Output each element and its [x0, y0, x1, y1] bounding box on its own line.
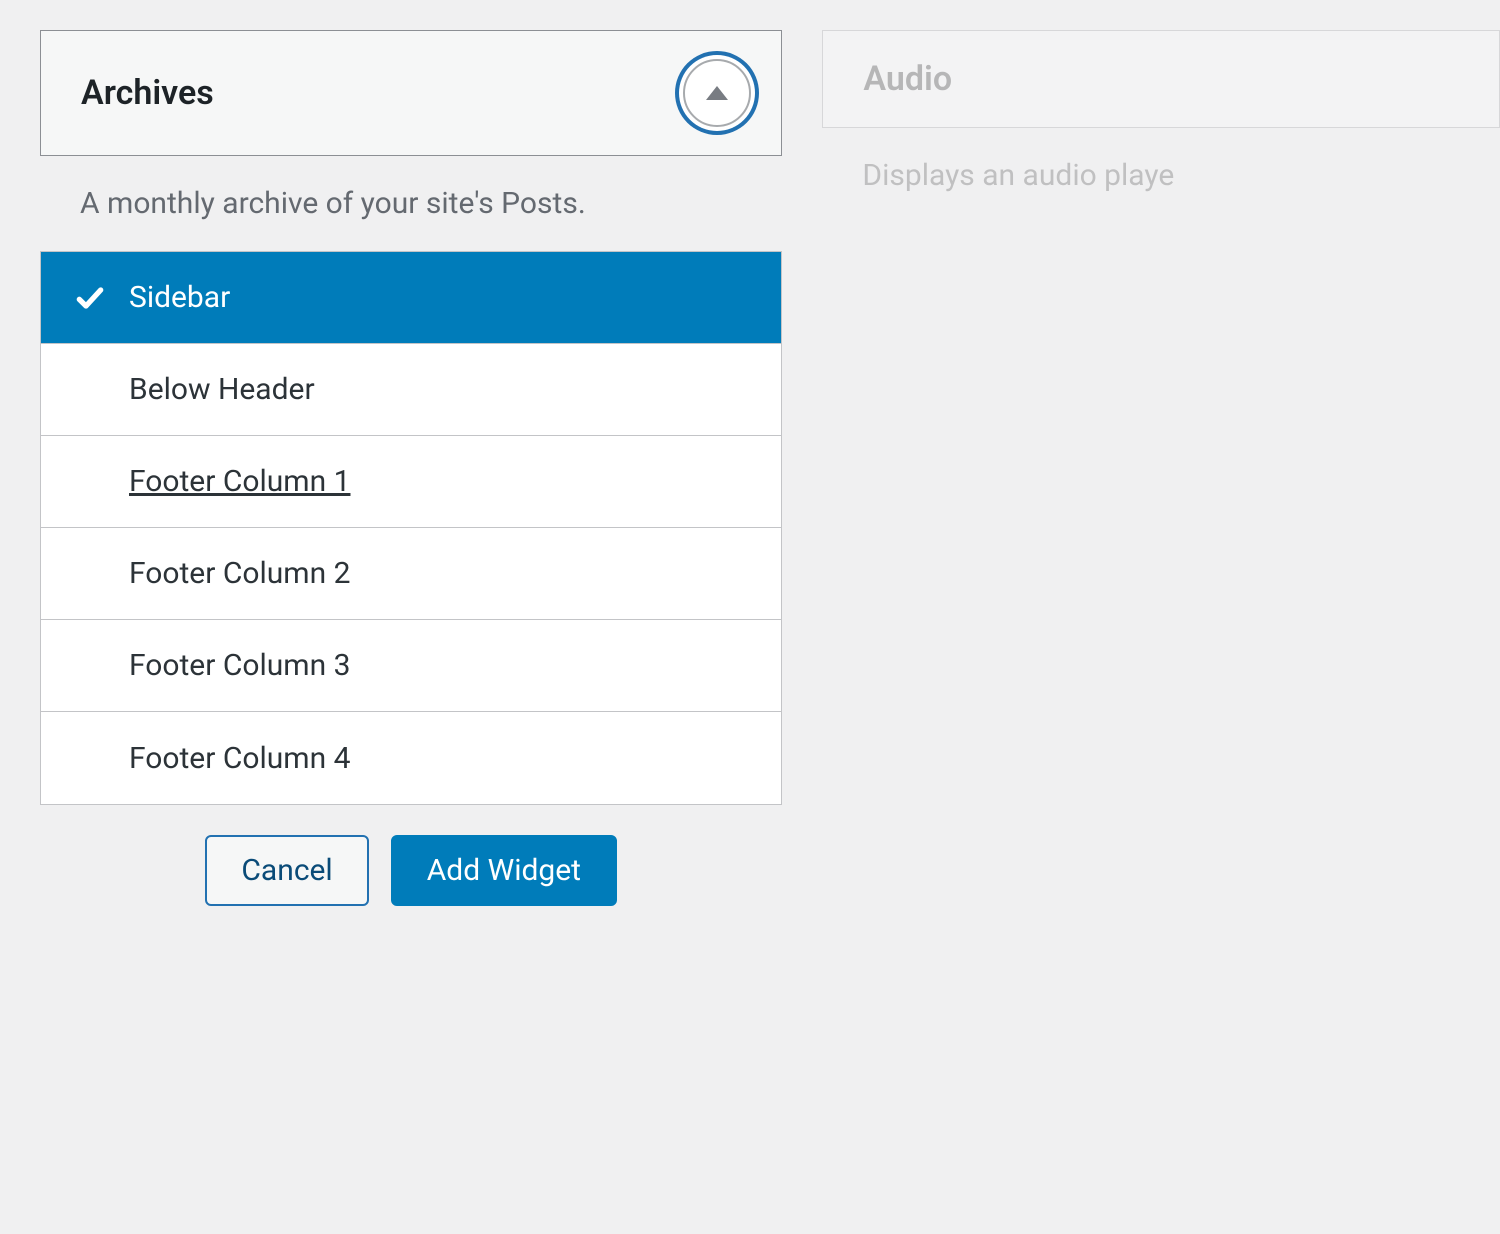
widget-title: Archives [81, 73, 214, 113]
area-item-footer-column-2[interactable]: Footer Column 2 [41, 528, 781, 620]
widget-description: A monthly archive of your site's Posts. [40, 156, 782, 251]
check-icon [71, 282, 109, 314]
triangle-up-icon [706, 86, 728, 100]
widget-description: Displays an audio playe [822, 128, 1500, 223]
widget-title: Audio [863, 59, 952, 99]
area-item-sidebar[interactable]: Sidebar [41, 252, 781, 344]
collapse-toggle-button[interactable] [683, 59, 751, 127]
add-widget-button[interactable]: Add Widget [391, 835, 617, 906]
widget-panel-audio: Audio Displays an audio playe [822, 30, 1500, 906]
area-label: Below Header [129, 372, 751, 407]
area-label: Footer Column 3 [129, 648, 751, 683]
area-label: Footer Column 4 [129, 741, 751, 776]
widget-actions: Cancel Add Widget [40, 805, 782, 906]
cancel-button[interactable]: Cancel [205, 835, 368, 906]
area-label: Sidebar [129, 280, 751, 315]
widget-header[interactable]: Archives [40, 30, 782, 156]
widget-panel-archives: Archives A monthly archive of your site'… [40, 30, 782, 906]
area-item-footer-column-4[interactable]: Footer Column 4 [41, 712, 781, 804]
area-label: Footer Column 1 [129, 464, 751, 499]
area-label: Footer Column 2 [129, 556, 751, 591]
area-item-footer-column-3[interactable]: Footer Column 3 [41, 620, 781, 712]
area-item-below-header[interactable]: Below Header [41, 344, 781, 436]
widget-areas-list: Sidebar Below Header Footer Column 1 Foo… [40, 251, 782, 805]
widget-header[interactable]: Audio [822, 30, 1500, 128]
area-item-footer-column-1[interactable]: Footer Column 1 [41, 436, 781, 528]
